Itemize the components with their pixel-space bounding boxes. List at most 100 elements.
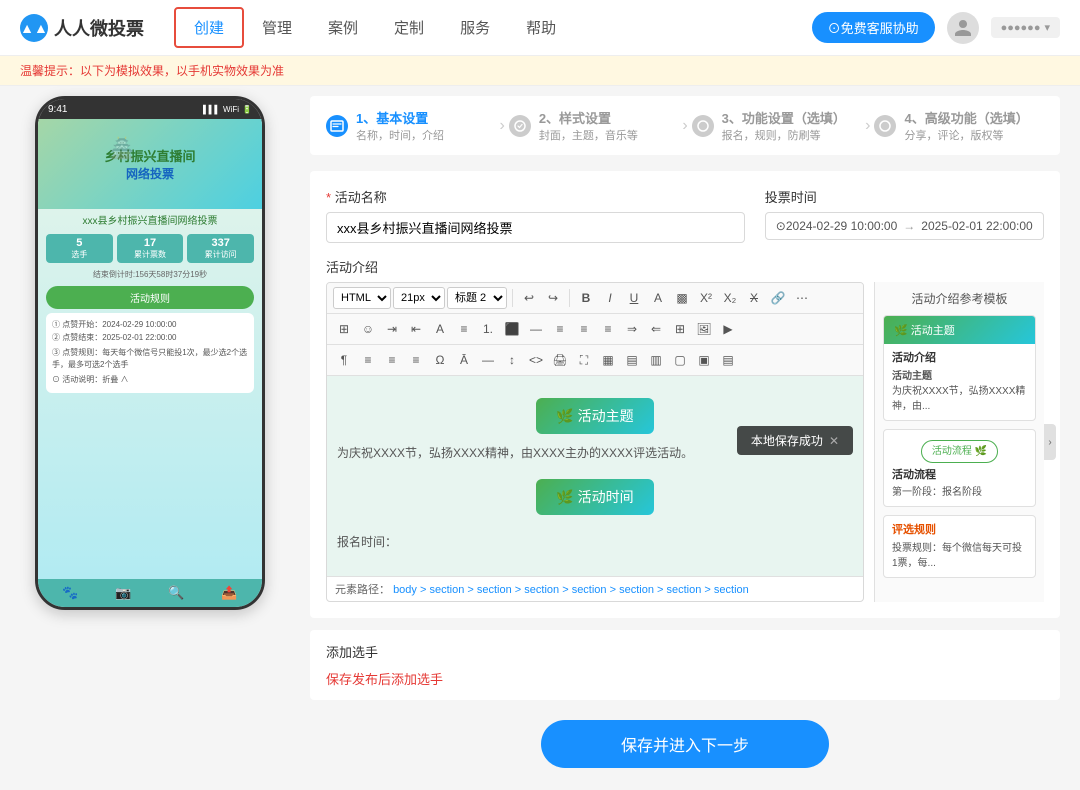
header-right: ⊙免费客服协助 ●●●●●● ▾: [812, 12, 1060, 44]
align-center-btn[interactable]: ≡: [549, 318, 571, 340]
fontcolor2-btn[interactable]: A: [429, 318, 451, 340]
layout-btn[interactable]: ▥: [645, 349, 667, 371]
grid-btn[interactable]: ▤: [621, 349, 643, 371]
add-player-section: 添加选手 保存发布后添加选手: [310, 630, 1060, 700]
undo-btn[interactable]: ↩: [518, 287, 540, 309]
save-toast-close[interactable]: ✕: [829, 434, 839, 448]
template-expand[interactable]: ›: [1044, 424, 1056, 460]
editor-container: HTML 21px 标题 2 ↩ ↪ B I U A ▩ X: [326, 282, 864, 602]
rtl-btn[interactable]: ⇐: [645, 318, 667, 340]
breadcrumb-s6[interactable]: section: [667, 584, 702, 596]
more-btn[interactable]: ⋯: [791, 287, 813, 309]
required-star: *: [326, 190, 331, 205]
template-btn[interactable]: ⊞: [333, 318, 355, 340]
form-section: * 活动名称 投票时间 ⊙2024-02-29 10:00:00 → 2025-…: [310, 171, 1060, 618]
editor-format-select[interactable]: 标题 2: [447, 287, 507, 309]
template-card-3-title: 评选规则: [892, 522, 1027, 539]
align4-btn[interactable]: ≡: [405, 349, 427, 371]
step-arrow-3: ›: [865, 117, 870, 135]
nav-item-help[interactable]: 帮助: [508, 9, 574, 46]
free-service-button[interactable]: ⊙免费客服协助: [812, 12, 935, 43]
toolbar-divider-2: [569, 289, 570, 307]
ul-btn[interactable]: ≡: [453, 318, 475, 340]
phone-info-0: ① 点赞开始：2024-02-29 10:00:00: [52, 319, 248, 332]
pagebreak-btn[interactable]: ↕: [501, 349, 523, 371]
nav-item-custom[interactable]: 定制: [376, 9, 442, 46]
template-card-2-btn[interactable]: 活动流程 🌿: [921, 440, 998, 463]
align-right-btn[interactable]: ≡: [573, 318, 595, 340]
strikethrough-btn[interactable]: X: [743, 287, 765, 309]
row-btn[interactable]: ▤: [717, 349, 739, 371]
fullscreen-btn[interactable]: ⛶: [573, 349, 595, 371]
table2-btn[interactable]: ▦: [597, 349, 619, 371]
phone-stat-1: 17 累计票数: [117, 234, 184, 263]
ltr-btn[interactable]: ⇒: [621, 318, 643, 340]
template-card-2-body: 活动流程 🌿 活动流程 第一阶段：报名阶段: [884, 430, 1035, 507]
image-btn[interactable]: 🖼: [693, 318, 715, 340]
split-btn[interactable]: ▣: [693, 349, 715, 371]
nav-item-manage[interactable]: 管理: [244, 9, 310, 46]
merge-btn[interactable]: ▢: [669, 349, 691, 371]
nav-item-cases[interactable]: 案例: [310, 9, 376, 46]
print-btn[interactable]: 🖨: [549, 349, 571, 371]
editor-html-select[interactable]: HTML: [333, 287, 391, 309]
bold-btn[interactable]: B: [575, 287, 597, 309]
step-2-icon: [509, 115, 531, 137]
align3-btn[interactable]: ≡: [381, 349, 403, 371]
source-btn[interactable]: <>: [525, 349, 547, 371]
emoji-btn[interactable]: ☺: [357, 318, 379, 340]
editor-main: HTML 21px 标题 2 ↩ ↪ B I U A ▩ X: [326, 282, 864, 602]
content: 9:41 ▌▌▌ WiFi 🔋 乡村振兴直播间 网络投票 🏯 xxx县乡村振兴直…: [0, 86, 1080, 790]
table-btn[interactable]: ⊞: [669, 318, 691, 340]
breadcrumb-s2[interactable]: section: [477, 584, 512, 596]
breadcrumb-body[interactable]: body: [393, 584, 417, 596]
justify-btn[interactable]: ≡: [597, 318, 619, 340]
breadcrumb-s5[interactable]: section: [619, 584, 654, 596]
line-btn[interactable]: —: [525, 318, 547, 340]
redo-btn[interactable]: ↪: [542, 287, 564, 309]
align-left-btn[interactable]: ⬛: [501, 318, 523, 340]
template-title: 活动介绍参考模板: [883, 290, 1036, 307]
subscript-btn[interactable]: X₂: [719, 287, 741, 309]
breadcrumb-s4[interactable]: section: [572, 584, 607, 596]
phone-rule-btn[interactable]: 活动规则: [46, 286, 254, 309]
underline-btn[interactable]: U: [623, 287, 645, 309]
phone-info-1: ② 点赞结束：2025-02-01 22:00:00: [52, 332, 248, 345]
para-btn[interactable]: ¶: [333, 349, 355, 371]
outdent-btn[interactable]: ⇤: [405, 318, 427, 340]
italic-btn[interactable]: I: [599, 287, 621, 309]
nav-item-create[interactable]: 创建: [174, 7, 244, 48]
nav-item-service[interactable]: 服务: [442, 9, 508, 46]
activity-name-input[interactable]: [326, 212, 745, 243]
editor-theme-btn[interactable]: 🌿 活动主题: [536, 398, 653, 434]
breadcrumb-label: 元素路径：: [335, 584, 390, 596]
breadcrumb-s3[interactable]: section: [524, 584, 559, 596]
editor-time-btn[interactable]: 🌿 活动时间: [536, 479, 653, 515]
step-2-content: 2、样式设置 封面，主题，音乐等: [539, 108, 679, 143]
phone-info: ① 点赞开始：2024-02-29 10:00:00 ② 点赞结束：2025-0…: [46, 313, 254, 393]
symbol-btn[interactable]: Ω: [429, 349, 451, 371]
editor-report-time[interactable]: 报名时间：: [327, 529, 863, 554]
hr-btn[interactable]: —: [477, 349, 499, 371]
date-input[interactable]: ⊙2024-02-29 10:00:00 → 2025-02-01 22:00:…: [765, 212, 1044, 240]
save-toast: 本地保存成功 ✕: [737, 426, 853, 455]
editor-fontsize-select[interactable]: 21px: [393, 287, 445, 309]
indent-btn[interactable]: ⇥: [381, 318, 403, 340]
bgcolor-btn[interactable]: ▩: [671, 287, 693, 309]
breadcrumb-s7[interactable]: section: [714, 584, 749, 596]
char-btn[interactable]: Ā: [453, 349, 475, 371]
superscript-btn[interactable]: X²: [695, 287, 717, 309]
editor-toolbar-1: HTML 21px 标题 2 ↩ ↪ B I U A ▩ X: [327, 283, 863, 314]
link-btn[interactable]: 🔗: [767, 287, 789, 309]
video-btn[interactable]: ▶: [717, 318, 739, 340]
fontcolor-btn[interactable]: A: [647, 287, 669, 309]
template-card-3-body: 评选规则 投票规则：每个微信每天可投1票，每...: [884, 516, 1035, 577]
save-next-button[interactable]: 保存并进入下一步: [541, 720, 829, 768]
activity-name-label: * 活动名称: [326, 187, 745, 206]
align2-btn[interactable]: ≡: [357, 349, 379, 371]
breadcrumb-s1[interactable]: section: [429, 584, 464, 596]
ol-btn[interactable]: 1.: [477, 318, 499, 340]
editor-body[interactable]: 本地保存成功 ✕ 🌿 活动主题 为庆祝XXXX节，弘扬XXXX精神，由XXXX主…: [327, 376, 863, 576]
avatar: [947, 12, 979, 44]
add-player-link[interactable]: 保存发布后添加选手: [326, 669, 1044, 688]
